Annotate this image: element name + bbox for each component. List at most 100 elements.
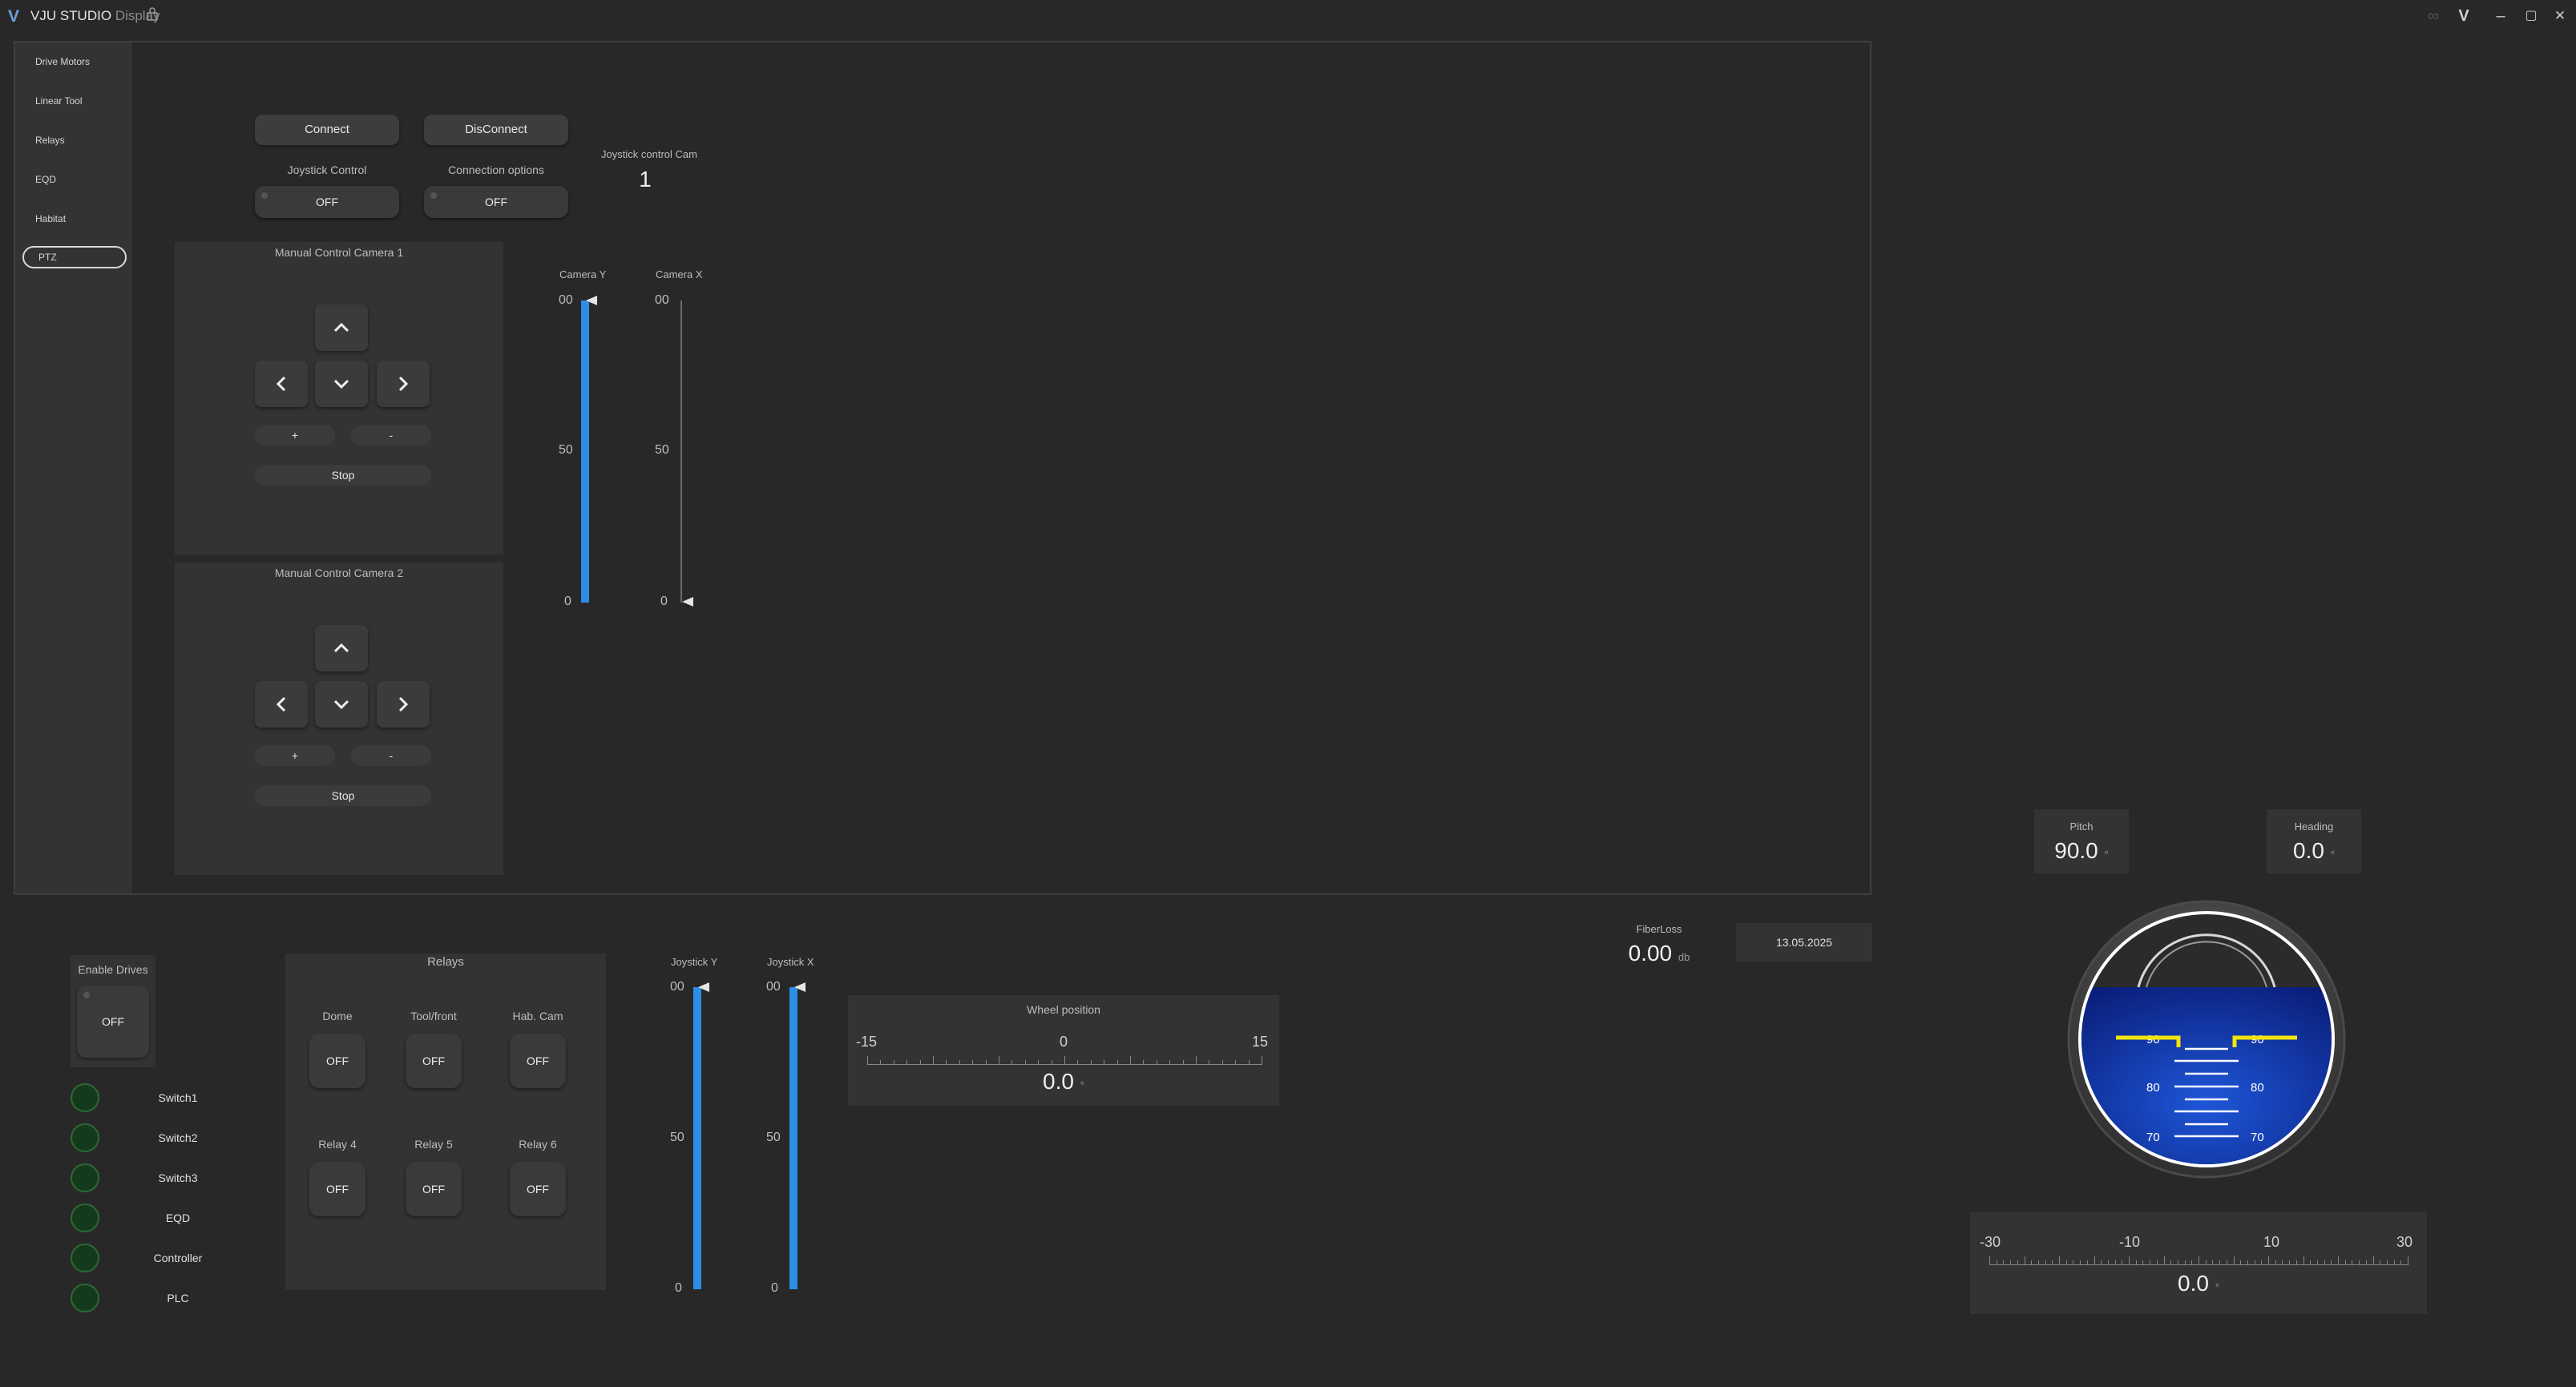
pitch-value: 90.0 [2054, 838, 2098, 863]
scale-tick [1130, 1056, 1131, 1065]
camera-y-tick-min: 0 [564, 595, 571, 608]
scale-tick [986, 1060, 987, 1065]
joystick-x-tick-max: 00 [766, 980, 781, 994]
disconnect-button[interactable]: DisConnect [424, 115, 568, 145]
scale-tick [1011, 1060, 1012, 1065]
connection-options-toggle[interactable]: OFF [424, 186, 568, 218]
sidebar-item-drive-motors[interactable]: Drive Motors [21, 50, 125, 73]
scale-tick [1235, 1060, 1236, 1065]
title-bar: V VJU STUDIO Display ∞ V – ▢ ✕ [0, 0, 2576, 32]
sidebar-item-eqd[interactable]: EQD [21, 168, 125, 191]
scale-tick [2268, 1256, 2269, 1265]
fiberloss-readout: FiberLoss 0.00 db [1619, 921, 1699, 970]
scale-tick [2394, 1260, 2395, 1265]
roll-tick-minus-10: -10 [2119, 1234, 2141, 1250]
sidebar-item-habitat[interactable]: Habitat [21, 208, 125, 230]
scale-tick [2191, 1260, 2192, 1265]
camera-1-left-button[interactable] [255, 361, 308, 407]
sidebar-item-ptz[interactable]: PTZ [22, 246, 127, 268]
date-display: 13.05.2025 [1736, 923, 1872, 962]
relays-panel: Relays Dome OFF Tool/front OFF Hab. Cam … [285, 954, 606, 1290]
scale-tick [2317, 1260, 2318, 1265]
camera-1-stop-button[interactable]: Stop [255, 465, 431, 486]
scale-tick [2345, 1260, 2346, 1265]
scale-tick [1183, 1060, 1184, 1065]
maximize-button[interactable]: ▢ [2520, 5, 2542, 27]
relay-hab-cam-toggle[interactable]: OFF [510, 1034, 566, 1088]
camera-x-thumb[interactable] [682, 597, 693, 607]
relay-dome-toggle[interactable]: OFF [309, 1034, 365, 1088]
connection-options-label: Connection options [448, 163, 544, 176]
relay-tool-front-toggle[interactable]: OFF [406, 1034, 462, 1088]
fiberloss-unit: db [1678, 951, 1690, 963]
chevron-right-icon [398, 376, 409, 392]
joystick-control-label: Joystick Control [287, 163, 367, 176]
camera-1-zoom-out-button[interactable]: - [351, 425, 431, 446]
scale-tick [2303, 1256, 2304, 1265]
camera-2-right-button[interactable] [377, 681, 430, 728]
scale-tick [2101, 1260, 2102, 1265]
camera-2-down-button[interactable] [315, 681, 368, 728]
attitude-indicator-graphic: 90 90 80 80 70 70 [2067, 900, 2346, 1179]
link-icon[interactable]: ∞ [2422, 5, 2445, 27]
sidebar-item-relays[interactable]: Relays [21, 129, 125, 151]
camera-1-up-button[interactable] [315, 304, 368, 351]
lock-icon[interactable] [146, 6, 159, 25]
eqd-label: EQD [165, 1212, 191, 1224]
camera-2-left-button[interactable] [255, 681, 308, 728]
chevron-down-icon [333, 700, 349, 710]
toggle-indicator [430, 192, 437, 199]
scale-tick [2142, 1260, 2143, 1265]
scale-tick [2108, 1260, 2109, 1265]
close-button[interactable]: ✕ [2549, 5, 2571, 27]
camera-2-zoom-in-button[interactable]: + [255, 745, 335, 766]
connect-button[interactable]: Connect [255, 115, 399, 145]
heading-readout: Heading 0.0 ° [2267, 809, 2361, 873]
camera-1-title: Manual Control Camera 1 [274, 246, 404, 259]
relay-5-toggle[interactable]: OFF [406, 1162, 462, 1216]
camera-2-zoom-out-button[interactable]: - [351, 745, 431, 766]
roll-value: 0.0 [2178, 1271, 2209, 1296]
scale-tick [2045, 1260, 2046, 1265]
roll-tick-minus-30: -30 [1980, 1234, 2001, 1250]
relay-4-toggle[interactable]: OFF [309, 1162, 365, 1216]
camera-y-thumb[interactable] [586, 296, 597, 305]
joystick-y-thumb [698, 982, 709, 992]
scale-tick [880, 1060, 881, 1065]
scale-tick [972, 1060, 973, 1065]
camera-2-up-button[interactable] [315, 625, 368, 671]
wheel-scale-max: 15 [1252, 1034, 1269, 1050]
sidebar-item-linear-tool[interactable]: Linear Tool [21, 90, 125, 112]
joystick-control-toggle[interactable]: OFF [255, 186, 399, 218]
enable-drives-label: Enable Drives [78, 963, 148, 976]
chevron-up-icon [333, 322, 349, 333]
scale-tick [2087, 1260, 2088, 1265]
scale-tick [1077, 1060, 1078, 1065]
minimize-button[interactable]: – [2489, 5, 2512, 27]
switch3-led [71, 1163, 99, 1192]
scale-tick [2206, 1260, 2207, 1265]
app-title-name: VJU STUDIO [30, 8, 112, 23]
camera-1-down-button[interactable] [315, 361, 368, 407]
attitude-indicator: 90 90 80 80 70 70 [2066, 899, 2347, 1179]
relay-6-toggle[interactable]: OFF [510, 1162, 566, 1216]
heading-value: 0.0 [2293, 838, 2324, 863]
brand-icon[interactable]: V [2453, 5, 2475, 27]
chevron-left-icon [276, 696, 286, 712]
scale-tick [2261, 1260, 2262, 1265]
scale-tick [2080, 1260, 2081, 1265]
scale-tick [2212, 1260, 2213, 1265]
relays-title: Relays [427, 955, 464, 969]
enable-drives-toggle[interactable]: OFF [77, 986, 149, 1058]
camera-1-zoom-in-button[interactable]: + [255, 425, 335, 446]
date-value: 13.05.2025 [1775, 936, 1833, 949]
joystick-y-fill [693, 987, 701, 1289]
scale-tick [2289, 1260, 2290, 1265]
manual-control-camera-2: Manual Control Camera 2 + - Stop [175, 562, 503, 875]
camera-2-stop-button[interactable]: Stop [255, 785, 431, 806]
connection-options-state: OFF [485, 196, 507, 208]
scale-tick [2324, 1260, 2325, 1265]
camera-1-right-button[interactable] [377, 361, 430, 407]
pitch-value-group: 90.0 ° [2034, 838, 2129, 864]
scale-tick [2115, 1260, 2116, 1265]
